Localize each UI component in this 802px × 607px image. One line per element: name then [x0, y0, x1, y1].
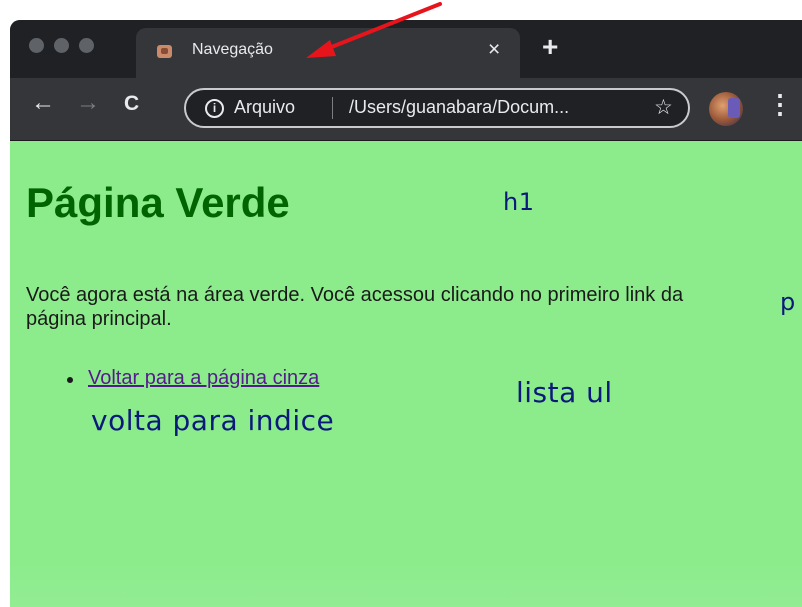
- new-tab-icon[interactable]: +: [542, 33, 558, 61]
- annotation-h1: h1: [503, 188, 535, 216]
- reload-icon[interactable]: C: [124, 92, 139, 116]
- tab-navegacao[interactable]: Navegação ×: [136, 28, 520, 78]
- browser-window: Navegação × + ← → C i Arquivo /Users/gua…: [10, 20, 802, 607]
- omnibox-divider: [332, 97, 333, 119]
- page-viewport: Página Verde Você agora está na área ver…: [10, 141, 802, 607]
- annotation-volta-indice: volta para indice: [91, 404, 335, 437]
- address-bar[interactable]: i Arquivo /Users/guanabara/Docum... ☆: [184, 88, 690, 128]
- page-paragraph: Você agora está na área verde. Você aces…: [26, 284, 684, 330]
- browser-toolbar: ← → C i Arquivo /Users/guanabara/Docum..…: [10, 78, 802, 141]
- screenshot-stage: Navegação × + ← → C i Arquivo /Users/gua…: [0, 0, 802, 607]
- back-to-gray-page-link[interactable]: Voltar para a página cinza: [88, 367, 319, 389]
- kebab-menu-icon[interactable]: ⋮: [767, 89, 793, 120]
- page-heading: Página Verde: [26, 179, 290, 226]
- scheme-label: Arquivo: [234, 97, 296, 117]
- zoom-window-dot[interactable]: [79, 38, 94, 53]
- annotation-p: p: [780, 288, 796, 316]
- list-item: Voltar para a página cinza: [26, 367, 319, 390]
- minimize-window-dot[interactable]: [54, 38, 69, 53]
- back-arrow-icon[interactable]: ←: [31, 89, 55, 117]
- tab-close-icon[interactable]: ×: [488, 38, 500, 62]
- profile-avatar[interactable]: [709, 92, 743, 126]
- page-list: Voltar para a página cinza: [26, 367, 319, 390]
- annotation-lista-ul: lista ul: [516, 376, 613, 409]
- tab-title: Navegação: [192, 41, 273, 58]
- close-window-dot[interactable]: [29, 38, 44, 53]
- bookmark-star-icon[interactable]: ☆: [654, 95, 673, 120]
- favicon-icon: [157, 45, 172, 58]
- info-icon[interactable]: i: [205, 99, 224, 118]
- forward-arrow-icon[interactable]: →: [76, 89, 100, 117]
- url-text[interactable]: /Users/guanabara/Docum...: [349, 97, 569, 118]
- tab-strip: Navegação × +: [10, 20, 802, 78]
